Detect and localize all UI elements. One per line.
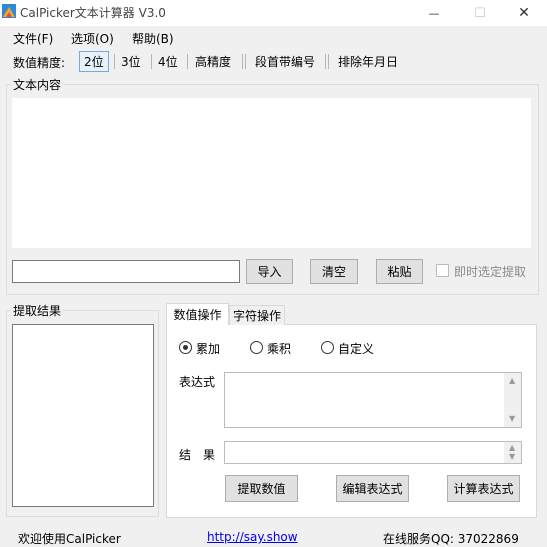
menu-file[interactable]: 文件(F) — [13, 30, 53, 47]
maximize-icon: ☐ — [474, 5, 486, 21]
radio-product-label: 乘积 — [267, 342, 292, 356]
extract-result-list[interactable] — [12, 324, 154, 507]
expression-textarea[interactable]: ▲ ▼ — [224, 372, 522, 428]
status-website-link[interactable]: http://say.show — [207, 530, 298, 544]
tab-numeric[interactable]: 数值操作 — [166, 303, 229, 325]
expression-scrollbar[interactable]: ▲ ▼ — [504, 373, 521, 427]
minimize-button[interactable]: — — [411, 0, 457, 26]
app-logo-icon — [2, 4, 16, 18]
radio-product[interactable] — [250, 341, 263, 354]
radio-custom[interactable] — [321, 341, 334, 354]
import-button[interactable]: 导入 — [246, 259, 293, 284]
radio-selected-dot — [183, 345, 188, 350]
window-title: CalPicker文本计算器 V3.0 — [20, 6, 166, 20]
scroll-up-icon[interactable]: ▲ — [509, 377, 515, 385]
precision-2-button[interactable]: 2位 — [79, 51, 109, 72]
scroll-up-icon[interactable]: ▲ — [509, 444, 515, 452]
toolbar-divider — [325, 54, 329, 69]
close-button[interactable]: ✕ — [501, 0, 547, 26]
status-contact: 在线服务QQ: 37022869 — [383, 532, 519, 546]
status-welcome: 欢迎使用CalPicker — [18, 532, 121, 546]
text-content-label: 文本内容 — [11, 76, 64, 93]
file-path-input[interactable] — [12, 260, 240, 283]
radio-sum[interactable] — [179, 341, 192, 354]
minimize-icon: — — [428, 6, 440, 20]
result-field[interactable]: ▲ ▼ — [224, 441, 522, 464]
precision-label: 数值精度: — [13, 56, 66, 70]
title-bar[interactable]: CalPicker文本计算器 V3.0 — ☐ ✕ — [0, 0, 547, 26]
exclude-dates-button[interactable]: 排除年月日 — [334, 51, 402, 72]
toolbar-divider — [151, 54, 152, 69]
text-content-area[interactable] — [11, 97, 532, 249]
toolbar-divider — [187, 54, 188, 69]
extract-values-button[interactable]: 提取数值 — [225, 475, 298, 502]
expression-label: 表达式 — [179, 375, 216, 389]
edit-expression-button[interactable]: 编辑表达式 — [336, 475, 409, 502]
scroll-down-icon[interactable]: ▼ — [509, 415, 515, 423]
toolbar-divider — [114, 54, 115, 69]
radio-custom-label: 自定义 — [338, 342, 375, 356]
precision-3-button[interactable]: 3位 — [117, 51, 145, 72]
scroll-down-icon[interactable]: ▼ — [509, 453, 515, 461]
maximize-button[interactable]: ☐ — [457, 0, 503, 26]
instant-extract-label: 即时选定提取 — [454, 265, 527, 279]
paragraph-numbering-button[interactable]: 段首带编号 — [251, 51, 319, 72]
close-icon: ✕ — [518, 5, 530, 21]
calculate-expression-button[interactable]: 计算表达式 — [447, 475, 520, 502]
high-precision-button[interactable]: 高精度 — [191, 51, 235, 72]
extract-result-label: 提取结果 — [11, 302, 64, 319]
instant-extract-checkbox[interactable] — [436, 264, 449, 277]
precision-4-button[interactable]: 4位 — [154, 51, 182, 72]
result-label: 结 果 — [179, 448, 216, 462]
clear-button[interactable]: 清空 — [310, 259, 358, 284]
result-scrollbar[interactable]: ▲ ▼ — [504, 442, 521, 463]
toolbar-divider — [242, 54, 246, 69]
paste-button[interactable]: 粘贴 — [376, 259, 423, 284]
menu-help[interactable]: 帮助(B) — [132, 30, 174, 47]
tab-string[interactable]: 字符操作 — [229, 305, 285, 325]
radio-sum-label: 累加 — [196, 342, 221, 356]
menu-options[interactable]: 选项(O) — [71, 30, 114, 47]
